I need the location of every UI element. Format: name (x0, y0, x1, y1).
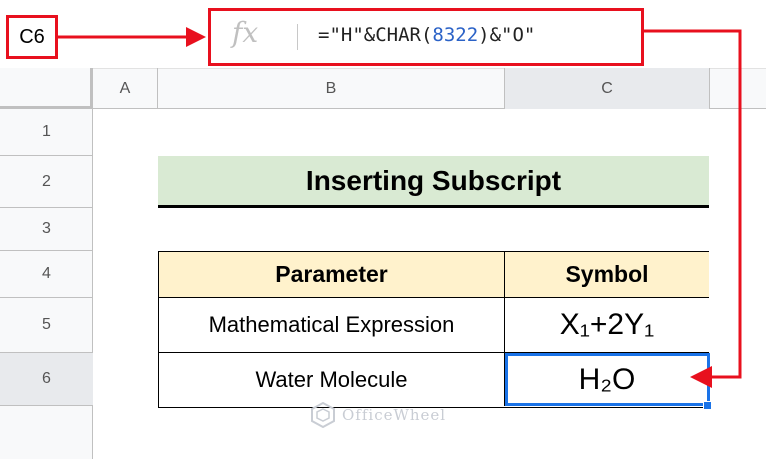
watermark: OfficeWheel (310, 402, 446, 428)
annotation-arrows (58, 27, 742, 388)
officewheel-logo-icon (311, 402, 335, 428)
arrow-formula-to-cell (644, 29, 742, 388)
arrow-namebox-to-formula (58, 27, 206, 47)
watermark-text: OfficeWheel (342, 406, 447, 424)
